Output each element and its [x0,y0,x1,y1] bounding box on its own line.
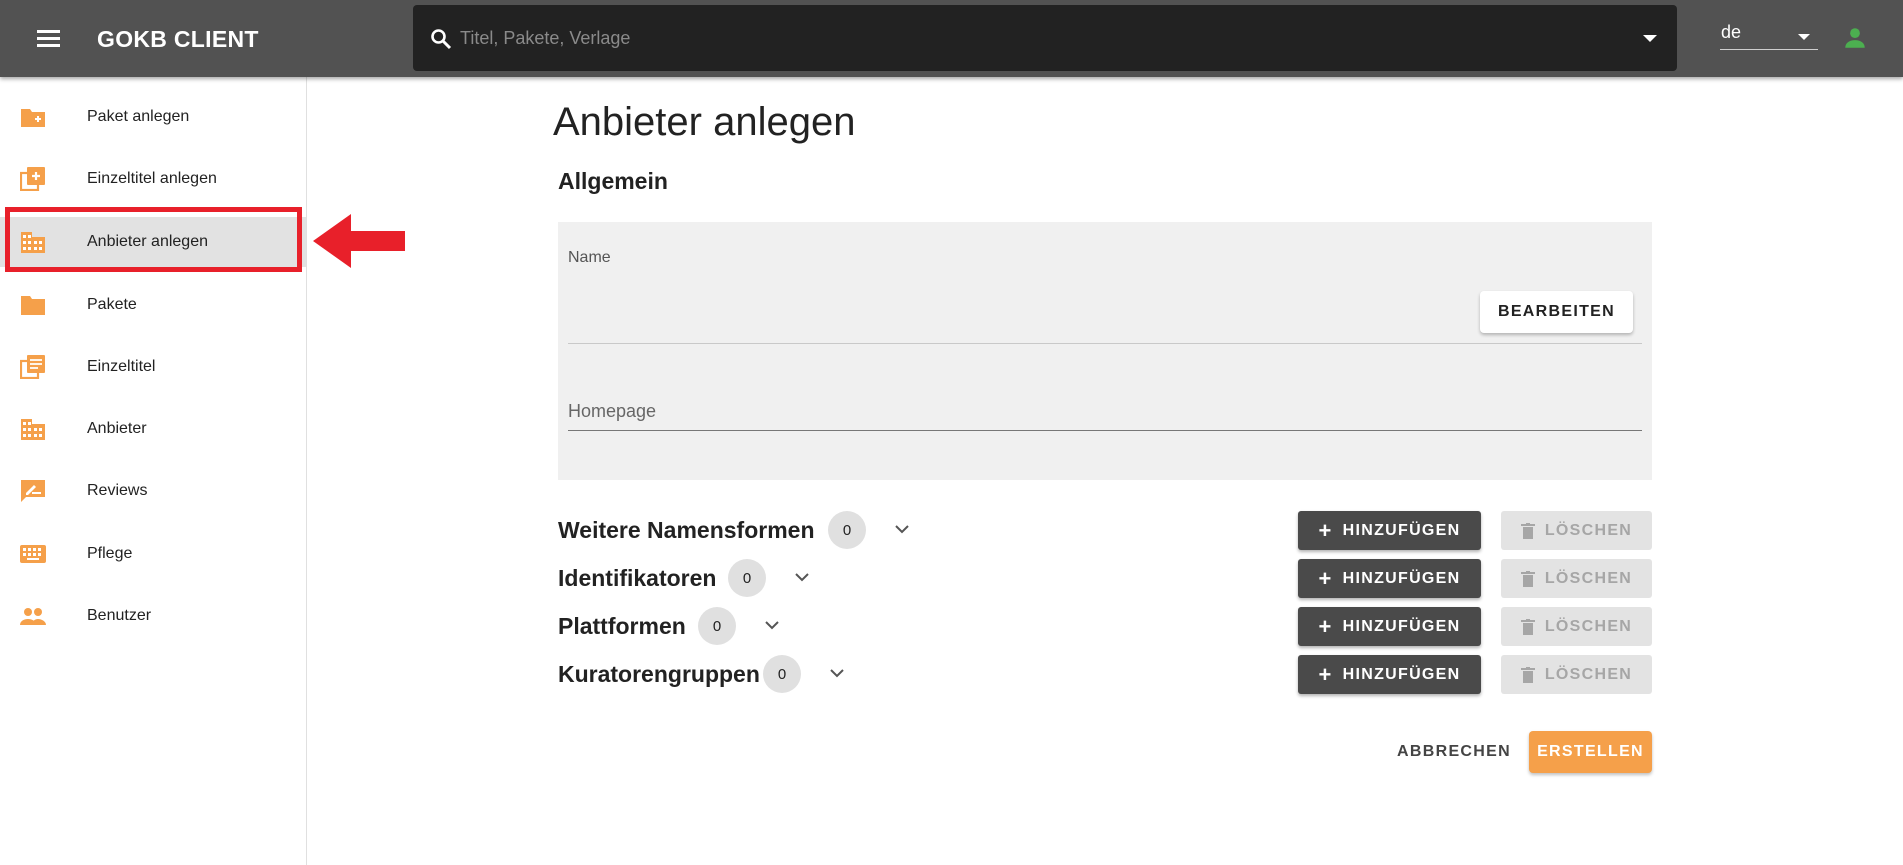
sidebar-item-pakete[interactable]: Pakete [0,280,306,330]
trash-icon [1520,522,1535,539]
name-field[interactable] [568,343,1642,344]
library-add-icon [20,167,45,191]
sidebar: Paket anlegen Einzeltitel anlegen Anbiet… [0,77,307,865]
edit-button[interactable]: BEARBEITEN [1480,291,1633,333]
delete-button-label: LÖSCHEN [1544,521,1633,539]
add-button[interactable]: + HINZUFÜGEN [1298,511,1481,550]
add-button-label: HINZUFÜGEN [1342,665,1461,683]
sidebar-item-reviews[interactable]: Reviews [0,466,306,516]
page-title: Anbieter anlegen [553,100,856,144]
add-button[interactable]: + HINZUFÜGEN [1298,655,1481,694]
sidebar-item-label: Pflege [87,545,133,562]
chevron-down-icon[interactable] [764,617,780,633]
sidebar-item-label: Anbieter [87,420,147,437]
account-icon[interactable] [1842,25,1868,51]
arrow-left-icon [313,214,405,268]
library-books-icon [20,355,45,379]
count-badge: 0 [763,655,801,693]
add-button-label: HINZUFÜGEN [1342,617,1461,635]
sidebar-item-label: Reviews [87,482,148,499]
highlight-box [5,207,302,272]
row-weitere-namensformen: Weitere Namensformen 0 + HINZUFÜGEN LÖSCH… [558,509,1652,550]
sidebar-item-label: Einzeltitel anlegen [87,170,217,187]
sidebar-item-label: Paket anlegen [87,108,190,125]
menu-icon[interactable] [34,24,64,54]
name-label: Name [568,249,611,266]
sidebar-item-benutzer[interactable]: Benutzer [0,591,306,641]
trash-icon [1520,570,1535,587]
plus-icon: + [1318,565,1333,591]
chevron-down-icon [1798,34,1810,40]
section-title: Allgemein [558,168,668,194]
folder-add-icon [21,109,45,127]
delete-button: LÖSCHEN [1501,655,1652,694]
delete-button-label: LÖSCHEN [1544,665,1633,683]
sidebar-item-label: Einzeltitel [87,358,156,375]
row-title: Kuratorengruppen [558,661,760,687]
trash-icon [1520,666,1535,683]
count-badge: 0 [698,607,736,645]
language-value: de [1721,22,1742,42]
plus-icon: + [1318,661,1333,687]
app-bar: GOKB CLIENT de [0,0,1903,77]
search-input[interactable] [460,23,1610,53]
chevron-down-icon[interactable] [894,521,910,537]
homepage-label: Homepage [568,401,657,421]
plus-icon: + [1318,517,1333,543]
search-icon [431,29,452,50]
chevron-down-icon[interactable] [794,569,810,585]
row-title: Weitere Namensformen [558,517,815,543]
plus-icon: + [1318,613,1333,639]
row-plattformen: Plattformen 0 + HINZUFÜGEN LÖSCHEN [558,605,1652,646]
create-button[interactable]: ERSTELLEN [1529,731,1652,773]
add-button-label: HINZUFÜGEN [1342,521,1461,539]
keyboard-icon [20,545,46,563]
delete-button: LÖSCHEN [1501,559,1652,598]
sidebar-item-pflege[interactable]: Pflege [0,529,306,579]
sidebar-item-label: Benutzer [87,607,152,624]
trash-icon [1520,618,1535,635]
chevron-down-icon[interactable] [829,665,845,681]
cancel-button[interactable]: ABBRECHEN [1391,732,1517,772]
count-badge: 0 [828,511,866,549]
domain-icon [21,419,45,440]
homepage-field[interactable] [568,430,1642,431]
row-kuratorengruppen: Kuratorengruppen 0 + HINZUFÜGEN LÖSCHEN [558,653,1652,694]
delete-button: LÖSCHEN [1501,511,1652,550]
add-button[interactable]: + HINZUFÜGEN [1298,559,1481,598]
people-icon [20,608,46,625]
row-title: Identifikatoren [558,565,717,591]
rate-review-icon [21,480,45,502]
delete-button: LÖSCHEN [1501,607,1652,646]
general-form: Name BEARBEITEN Homepage [558,222,1652,480]
sidebar-item-paket-anlegen[interactable]: Paket anlegen [0,92,306,142]
language-select[interactable]: de [1720,20,1818,50]
sidebar-item-label: Pakete [87,296,137,313]
search-bar[interactable] [413,5,1677,71]
sidebar-item-einzeltitel-anlegen[interactable]: Einzeltitel anlegen [0,154,306,204]
add-button-label: HINZUFÜGEN [1342,569,1461,587]
folder-icon [21,296,45,315]
delete-button-label: LÖSCHEN [1544,617,1633,635]
add-button[interactable]: + HINZUFÜGEN [1298,607,1481,646]
search-dropdown-icon[interactable] [1643,35,1657,42]
sidebar-item-anbieter[interactable]: Anbieter [0,404,306,454]
delete-button-label: LÖSCHEN [1544,569,1633,587]
row-identifikatoren: Identifikatoren 0 + HINZUFÜGEN LÖSCHEN [558,557,1652,598]
row-title: Plattformen [558,613,686,639]
app-title: GOKB CLIENT [97,26,259,52]
count-badge: 0 [728,559,766,597]
sidebar-item-einzeltitel[interactable]: Einzeltitel [0,342,306,392]
